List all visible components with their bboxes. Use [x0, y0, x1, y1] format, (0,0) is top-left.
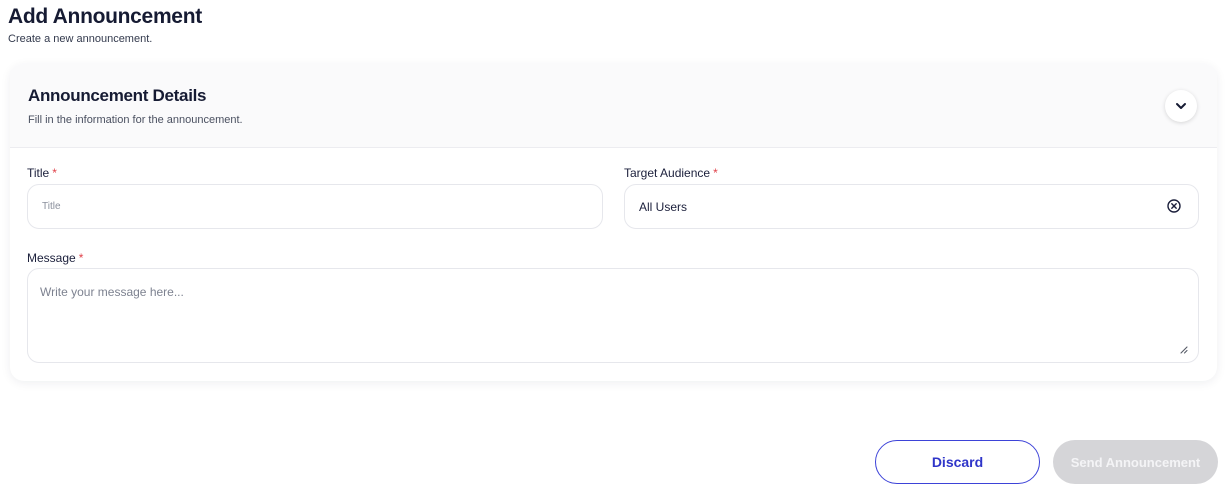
title-label: Title *: [27, 166, 57, 180]
required-mark: *: [713, 166, 718, 180]
message-label: Message *: [27, 251, 83, 265]
chevron-down-icon: [1176, 103, 1186, 109]
resize-handle-icon[interactable]: [1179, 345, 1188, 354]
send-announcement-button[interactable]: Send Announcement: [1053, 440, 1218, 484]
page-title: Add Announcement: [8, 5, 202, 28]
required-mark: *: [78, 251, 84, 265]
discard-button[interactable]: Discard: [875, 440, 1040, 484]
section-description: Fill in the information for the announce…: [28, 114, 243, 126]
message-label-text: Message: [27, 251, 76, 265]
announcement-details-card: Announcement Details Fill in the informa…: [10, 64, 1217, 381]
card-header: Announcement Details Fill in the informa…: [10, 64, 1217, 148]
collapse-button[interactable]: [1165, 90, 1197, 122]
clear-circle-icon[interactable]: [1166, 198, 1182, 214]
message-textarea[interactable]: Write your message here...: [27, 268, 1199, 363]
target-audience-value: All Users: [639, 199, 688, 214]
required-mark: *: [52, 166, 57, 180]
page-header: Add Announcement Create a new announceme…: [8, 5, 202, 46]
target-audience-label-text: Target Audience: [624, 166, 711, 180]
target-audience-select[interactable]: All Users: [624, 184, 1199, 229]
title-input-placeholder: Title: [42, 201, 61, 212]
page-subtitle: Create a new announcement.: [8, 33, 153, 45]
message-placeholder: Write your message here...: [40, 285, 184, 299]
target-audience-label: Target Audience *: [624, 166, 718, 180]
section-title: Announcement Details: [28, 86, 207, 105]
title-input[interactable]: Title: [27, 184, 603, 229]
title-label-text: Title: [27, 166, 50, 180]
